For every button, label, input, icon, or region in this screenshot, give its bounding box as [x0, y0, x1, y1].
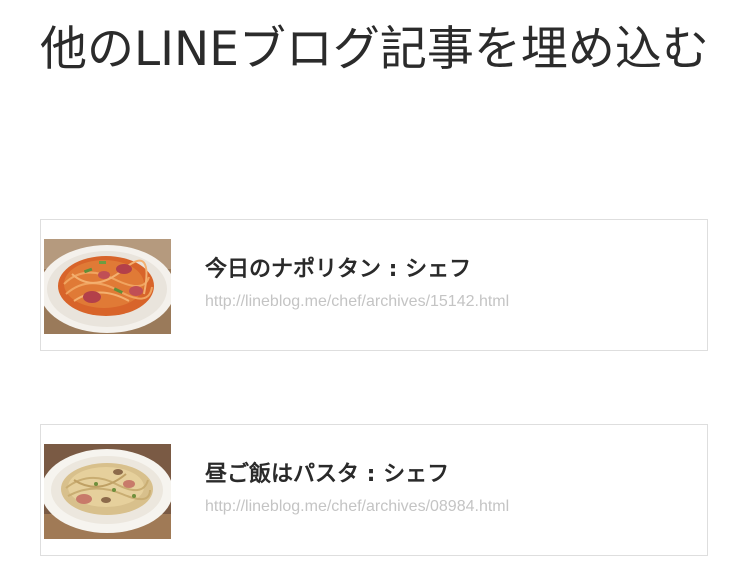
card-url[interactable]: http://lineblog.me/chef/archives/15142.h… — [205, 292, 509, 312]
card-title[interactable]: 昼ご飯はパスタ : シェフ — [205, 461, 449, 489]
page-title: 他のLINEブログ記事を埋め込む — [40, 22, 709, 77]
card-title[interactable]: 今日のナポリタン : シェフ — [205, 256, 471, 284]
thumbnail-image — [44, 444, 171, 539]
embed-card-napolitan[interactable]: 今日のナポリタン : シェフ http://lineblog.me/chef/a… — [40, 219, 708, 351]
thumbnail-image — [44, 239, 171, 334]
card-url[interactable]: http://lineblog.me/chef/archives/08984.h… — [205, 497, 509, 517]
embed-card-lunch-pasta[interactable]: 昼ご飯はパスタ : シェフ http://lineblog.me/chef/ar… — [40, 424, 708, 556]
